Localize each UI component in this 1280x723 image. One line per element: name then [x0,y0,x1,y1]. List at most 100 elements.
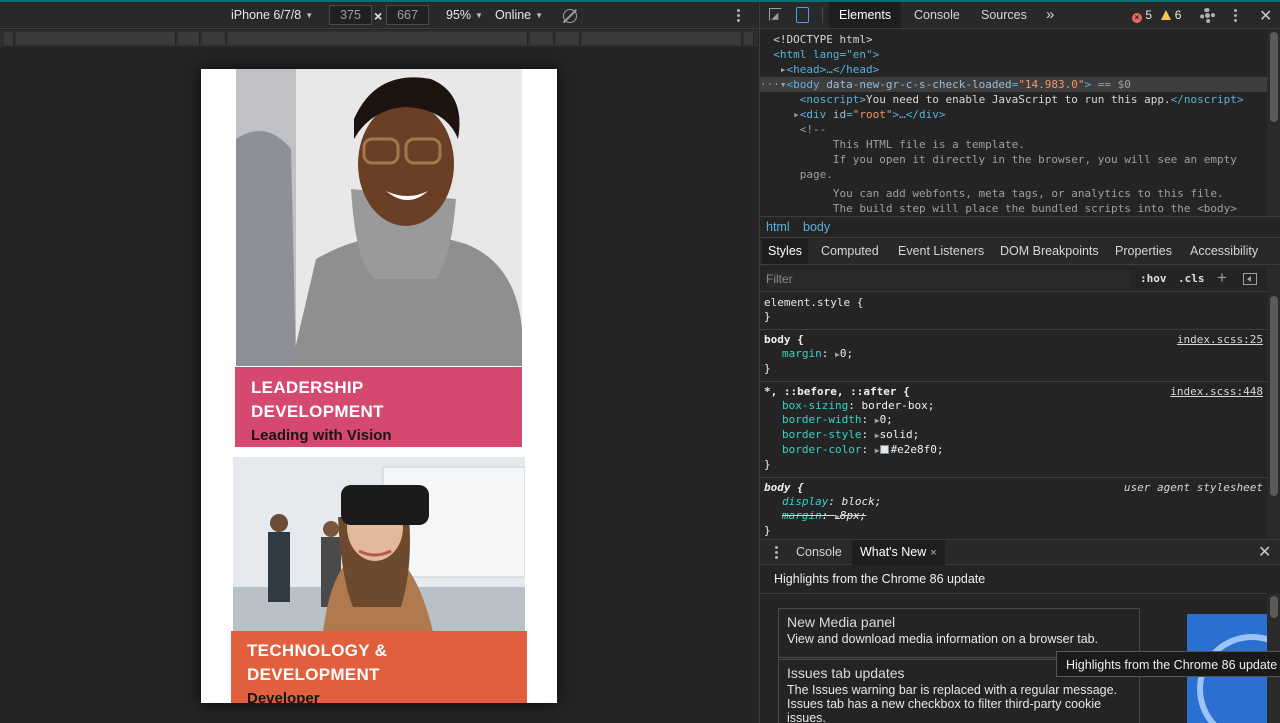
inspect-element-icon[interactable] [769,8,782,21]
close-drawer-icon[interactable]: ✕ [1258,542,1271,562]
dimension-separator: × [374,8,383,24]
technology-caption[interactable]: TECHNOLOGY & DEVELOPMENT Developer [231,631,527,703]
expand-arrow-icon[interactable]: ▸ [780,63,787,76]
device-viewport: LEADERSHIP DEVELOPMENT Leading with Visi… [0,47,758,723]
chevron-down-icon: ▼ [305,11,314,20]
leadership-caption[interactable]: LEADERSHIP DEVELOPMENT Leading with Visi… [235,367,522,447]
close-tab-icon[interactable]: × [930,547,936,559]
dom-line[interactable]: ▸<head>…</head> [760,62,1267,77]
expand-arrow-icon[interactable]: ▸ [793,108,800,121]
style-property[interactable]: border-color: ▶ #e2e8f0; [764,443,1263,458]
devtools-tabbar: Elements Console Sources » × 5 6 ✕ [760,2,1280,29]
style-rule-body: body { index.scss:25 margin: ▶0; } [760,330,1267,382]
close-devtools-icon[interactable]: ✕ [1259,6,1272,26]
warning-icon [1161,10,1172,20]
subtab-accessibility[interactable]: Accessibility [1184,239,1264,264]
dom-line[interactable]: <noscript>You need to enable JavaScript … [760,92,1267,107]
dom-line: This HTML file is a template. [832,138,1025,151]
drawer-menu-icon[interactable] [775,546,778,561]
tab-console[interactable]: Console [904,2,970,28]
toolbar-divider [822,7,823,23]
dom-line[interactable]: <!DOCTYPE html> [760,32,1267,47]
class-toggle[interactable]: .cls [1178,272,1205,285]
settings-gear-icon[interactable] [1200,8,1215,23]
style-rule-universal: *, ::before, ::after { index.scss:448 bo… [760,382,1267,478]
zoom-select[interactable]: 95% ▼ [446,8,483,22]
media-query-bar[interactable] [0,30,758,47]
style-source-link[interactable]: index.scss:25 [1177,333,1263,347]
collapse-arrow-icon[interactable]: ▾ [780,78,787,91]
dom-tree[interactable]: <!DOCTYPE html> <html lang="en"> ▸<head>… [760,30,1267,216]
hover-state-toggle[interactable]: :hov [1140,272,1167,285]
technology-title-line1: TECHNOLOGY & [247,641,388,660]
subtab-computed[interactable]: Computed [815,239,885,264]
styles-filter-input[interactable]: Filter [766,270,1130,288]
new-rule-plus-icon[interactable]: + [1217,268,1227,288]
leadership-photo [236,69,522,366]
whats-new-header: Highlights from the Chrome 86 update [774,572,986,586]
style-property[interactable]: margin: ▶0; [764,347,1263,362]
divider [760,593,1267,594]
network-throttle-select[interactable]: Online ▼ [495,8,543,22]
style-source-link[interactable]: index.scss:448 [1170,385,1263,399]
subtab-dom-breakpoints[interactable]: DOM Breakpoints [994,239,1105,264]
style-property[interactable]: display: block; [764,495,1263,509]
style-property-overridden[interactable]: margin: ▶8px; [764,509,1263,524]
error-count: 5 [1145,8,1153,22]
subtab-properties[interactable]: Properties [1109,239,1178,264]
breadcrumb-body[interactable]: body [803,220,830,234]
subtab-styles[interactable]: Styles [762,239,809,264]
rotate-icon[interactable] [563,9,577,23]
warning-count: 6 [1174,8,1182,22]
style-property[interactable]: box-sizing: border-box; [764,399,1263,413]
color-swatch[interactable] [879,445,889,454]
technology-subtitle: Developer [247,690,320,703]
dom-line: You can add webfonts, meta tags, or anal… [832,187,1224,200]
tab-elements[interactable]: Elements [829,2,902,28]
tooltip: Highlights from the Chrome 86 update [1056,651,1280,677]
device-toggle-icon[interactable] [796,7,809,23]
chevron-down-icon: ▼ [475,11,483,20]
leadership-subtitle: Leading with Vision [251,427,392,444]
dom-line[interactable]: <html lang="en"> [760,47,1267,62]
dom-line: If you open it directly in the browser, … [832,153,1237,166]
device-select[interactable]: iPhone 6/7/8 ▼ [231,8,313,22]
more-tabs-icon[interactable]: » [1036,2,1064,28]
devtools-panel: Elements Console Sources » × 5 6 ✕ <!DOC… [759,2,1280,723]
breadcrumb: html body [760,216,1280,238]
chevron-down-icon: ▼ [535,11,544,20]
drawer-tab-console[interactable]: Console [788,540,850,565]
user-agent-label: user agent stylesheet [1123,481,1263,494]
styles-filter-bar: Filter :hov .cls + [760,266,1267,292]
error-icon: × [1132,13,1142,23]
issues-counter[interactable]: × 5 6 [1132,8,1181,23]
leadership-title-line1: LEADERSHIP [251,378,364,397]
whats-new-pane: Highlights from the Chrome 86 update New… [760,566,1280,723]
styles-scrollbar[interactable] [1267,266,1280,538]
drawer-tab-whats-new[interactable]: What's New × [852,540,945,565]
dom-line[interactable]: ▸<div id="root">…</div> [760,107,1267,122]
styles-pane: element.style { } body { index.scss:25 m… [760,293,1267,538]
style-rule-user-agent: body { user agent stylesheet display: bl… [760,478,1267,538]
style-rule-element: element.style { } [760,293,1267,330]
style-property[interactable]: border-width: ▶0; [764,413,1263,428]
sidebar-toggle-icon[interactable] [1243,273,1257,285]
breadcrumb-html[interactable]: html [766,220,790,234]
leadership-title-line2: DEVELOPMENT [251,402,384,421]
dom-scrollbar[interactable] [1267,30,1280,216]
dom-line-selected[interactable]: ···▾<body data-new-gr-c-s-check-loaded="… [760,77,1267,92]
technology-photo [233,457,525,632]
dom-line[interactable]: <!-- [760,122,1267,137]
viewport-height-input[interactable]: 667 [386,5,429,25]
viewport-width-input[interactable]: 375 [329,5,372,25]
dom-line: The build step will place the bundled sc… [832,202,1237,215]
tab-sources[interactable]: Sources [971,2,1037,28]
drawer-tabbar: Console What's New × ✕ [760,539,1280,565]
customize-menu-icon[interactable] [1234,9,1237,24]
dom-line: page. [799,168,833,181]
style-property[interactable]: border-style: ▶solid; [764,428,1263,443]
more-options-icon[interactable] [737,9,741,23]
subtab-event-listeners[interactable]: Event Listeners [892,239,990,264]
emulated-page: LEADERSHIP DEVELOPMENT Leading with Visi… [201,69,557,703]
technology-title-line2: DEVELOPMENT [247,665,380,684]
